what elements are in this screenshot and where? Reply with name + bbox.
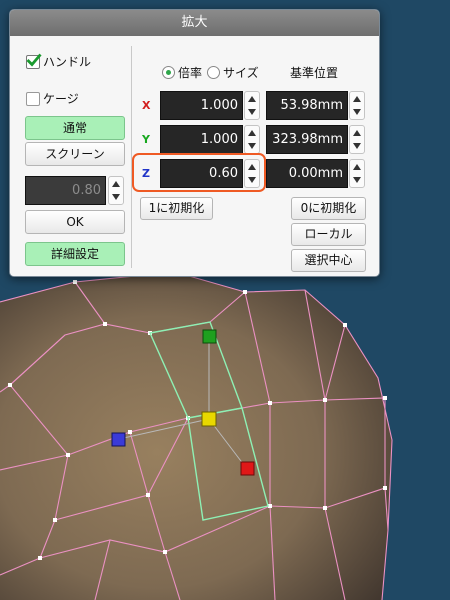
radio-unselected-icon: [207, 66, 220, 79]
axis-x-label: X: [142, 99, 151, 112]
radio-selected-icon: [162, 66, 175, 79]
mode-normal-button[interactable]: 通常: [25, 116, 125, 140]
dialog-title[interactable]: 拡大: [10, 10, 379, 36]
spin-up-icon: [353, 130, 361, 136]
init-one-button[interactable]: 1に初期化: [140, 197, 213, 220]
cage-checkbox[interactable]: ケージ: [26, 90, 79, 107]
strength-input[interactable]: 0.80: [25, 176, 106, 205]
scale-handle-x[interactable]: [240, 461, 255, 476]
axis-y-label: Y: [142, 133, 150, 146]
init-zero-button[interactable]: 0に初期化: [291, 197, 366, 220]
x-ratio-input[interactable]: 1.000: [160, 91, 243, 120]
mode-screen-button[interactable]: スクリーン: [25, 142, 125, 166]
handle-checkbox[interactable]: ハンドル: [26, 53, 91, 70]
mesh-surface: [0, 272, 392, 600]
checkmark-icon: [26, 53, 42, 69]
axis-z-label: Z: [142, 167, 150, 180]
z-ratio-spinner[interactable]: [244, 159, 260, 188]
spin-down-icon: [353, 177, 361, 183]
spin-up-icon: [112, 181, 120, 187]
spin-up-icon: [248, 96, 256, 102]
spin-up-icon: [248, 130, 256, 136]
radio-size-label: サイズ: [223, 66, 259, 80]
ok-button[interactable]: OK: [25, 210, 125, 234]
spin-down-icon: [248, 177, 256, 183]
local-button[interactable]: ローカル: [291, 223, 366, 246]
z-position-input[interactable]: 0.00mm: [266, 159, 348, 188]
scale-handle-z[interactable]: [111, 432, 126, 447]
x-ratio-spinner[interactable]: [244, 91, 260, 120]
spin-up-icon: [353, 164, 361, 170]
radio-ratio-label: 倍率: [178, 66, 203, 80]
strength-spinner[interactable]: [108, 176, 124, 205]
spin-down-icon: [248, 109, 256, 115]
dialog-body: ハンドル ケージ 通常 スクリーン 0.80 OK 詳細設定 倍率 サイズ 基準…: [10, 36, 379, 276]
base-position-label: 基準位置: [290, 66, 339, 80]
checkbox-box: [26, 91, 40, 106]
z-position-spinner[interactable]: [349, 159, 365, 188]
spin-down-icon: [112, 194, 120, 200]
cage-label: ケージ: [43, 92, 79, 106]
x-position-spinner[interactable]: [349, 91, 365, 120]
select-center-button[interactable]: 選択中心: [291, 249, 366, 272]
spin-down-icon: [353, 143, 361, 149]
y-ratio-input[interactable]: 1.000: [160, 125, 243, 154]
radio-size[interactable]: サイズ: [207, 64, 259, 81]
radio-ratio[interactable]: 倍率: [162, 64, 202, 81]
handle-label: ハンドル: [43, 55, 92, 69]
spin-up-icon: [353, 96, 361, 102]
spin-down-icon: [353, 109, 361, 115]
y-position-input[interactable]: 323.98mm: [266, 125, 348, 154]
spin-down-icon: [248, 143, 256, 149]
x-position-input[interactable]: 53.98mm: [266, 91, 348, 120]
z-ratio-input[interactable]: 0.60: [160, 159, 243, 188]
spin-up-icon: [248, 164, 256, 170]
y-position-spinner[interactable]: [349, 125, 365, 154]
y-ratio-spinner[interactable]: [244, 125, 260, 154]
advanced-settings-button[interactable]: 詳細設定: [25, 242, 125, 266]
scale-handle-center[interactable]: [201, 411, 217, 427]
scale-dialog: 拡大 ハンドル ケージ 通常 スクリーン 0.80 OK 詳細設定 倍率 サイズ…: [9, 9, 380, 277]
scale-handle-y[interactable]: [202, 329, 217, 344]
